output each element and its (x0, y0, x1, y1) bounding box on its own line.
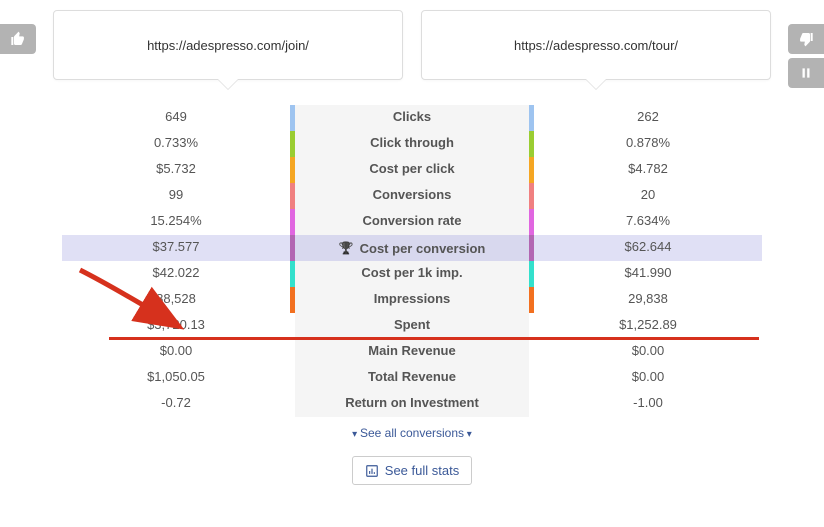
value-right: $41.990 (534, 261, 762, 287)
table-row: $0.00Main Revenue$0.00 (62, 339, 762, 365)
value-left: $42.022 (62, 261, 290, 287)
table-row: $5.732Cost per click$4.782 (62, 157, 762, 183)
full-stats-label: See full stats (385, 463, 459, 478)
value-right: $62.644 (534, 235, 762, 261)
metric-label: Spent (295, 313, 529, 339)
table-row: $1,050.05Total Revenue$0.00 (62, 365, 762, 391)
value-left: 88,528 (62, 287, 290, 313)
metric-label: Click through (295, 131, 529, 157)
url-card-left: https://adespresso.com/join/ (53, 10, 403, 80)
value-left: $3,720.13 (62, 313, 290, 339)
trophy-icon: 🏆 (339, 241, 354, 255)
metric-label: Impressions (295, 287, 529, 313)
value-right: 262 (534, 105, 762, 131)
pause-icon (799, 66, 813, 80)
metric-label: Cost per 1k imp. (295, 261, 529, 287)
value-right: $1,252.89 (534, 313, 762, 339)
value-left: 15.254% (62, 209, 290, 235)
see-all-conversions-link[interactable]: See all conversions (352, 426, 472, 440)
value-left: -0.72 (62, 391, 290, 417)
table-row: 99Conversions20 (62, 183, 762, 209)
metric-label: Return on Investment (295, 391, 529, 417)
metric-label: Clicks (295, 105, 529, 131)
value-right: $4.782 (534, 157, 762, 183)
value-left: 0.733% (62, 131, 290, 157)
thumbs-down-button[interactable] (788, 24, 824, 54)
value-right: 0.878% (534, 131, 762, 157)
url-left: https://adespresso.com/join/ (147, 38, 309, 53)
annotation-underline (109, 337, 759, 340)
metric-label: Main Revenue (295, 339, 529, 365)
metric-label: Cost per click (295, 157, 529, 183)
value-right: -1.00 (534, 391, 762, 417)
see-all-wrap: See all conversions (0, 425, 824, 440)
metric-label: 🏆Cost per conversion (295, 235, 529, 261)
table-row: 88,528Impressions29,838 (62, 287, 762, 313)
thumbs-up-button[interactable] (0, 24, 36, 54)
value-right: 20 (534, 183, 762, 209)
comparison-table: 649Clicks2620.733%Click through0.878%$5.… (62, 105, 762, 417)
table-row: $3,720.13Spent$1,252.89 (62, 313, 762, 339)
value-left: $37.577 (62, 235, 290, 261)
metric-label: Conversions (295, 183, 529, 209)
thumbs-down-icon (798, 31, 814, 47)
url-card-right: https://adespresso.com/tour/ (421, 10, 771, 80)
value-left: 649 (62, 105, 290, 131)
value-left: $1,050.05 (62, 365, 290, 391)
thumbs-up-icon (10, 31, 26, 47)
value-right: 7.634% (534, 209, 762, 235)
table-row: 649Clicks262 (62, 105, 762, 131)
table-row: $37.577🏆Cost per conversion$62.644 (62, 235, 762, 261)
value-right: 29,838 (534, 287, 762, 313)
table-row: 0.733%Click through0.878% (62, 131, 762, 157)
value-right: $0.00 (534, 339, 762, 365)
value-left: $0.00 (62, 339, 290, 365)
metric-label: Conversion rate (295, 209, 529, 235)
value-right: $0.00 (534, 365, 762, 391)
metric-label: Total Revenue (295, 365, 529, 391)
url-right: https://adespresso.com/tour/ (514, 38, 678, 53)
value-left: 99 (62, 183, 290, 209)
value-left: $5.732 (62, 157, 290, 183)
see-full-stats-button[interactable]: See full stats (352, 456, 472, 485)
bar-chart-icon (365, 464, 379, 478)
pause-button[interactable] (788, 58, 824, 88)
table-row: $42.022Cost per 1k imp.$41.990 (62, 261, 762, 287)
table-row: 15.254%Conversion rate7.634% (62, 209, 762, 235)
table-row: -0.72Return on Investment-1.00 (62, 391, 762, 417)
